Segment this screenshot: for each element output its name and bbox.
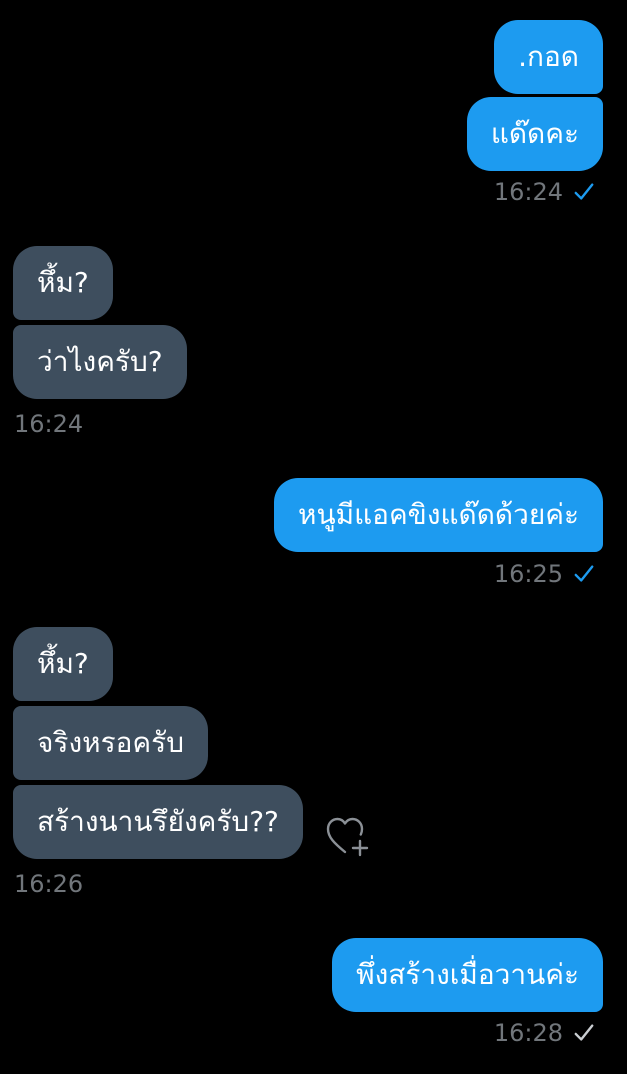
incoming-message-bubble[interactable]: ว่าไงครับ? [13, 325, 187, 399]
outgoing-message-bubble[interactable]: แด๊ดคะ [466, 97, 603, 171]
outgoing-message-bubble[interactable]: หนูมีแอคขิงแด๊ดด้วยค่ะ [274, 478, 603, 552]
message-text: แด๊ดคะ [490, 117, 579, 150]
message-text: สร้างนานรึยังครับ?? [37, 805, 279, 838]
message-meta: 16:28 [494, 1019, 595, 1047]
message-meta: 16:26 [14, 870, 83, 898]
incoming-message-bubble[interactable]: หึ้ม? [13, 246, 113, 320]
message-text: หึ้ม? [37, 266, 89, 299]
message-text: จริงหรอครับ [37, 726, 184, 759]
message-text: พึ่งสร้างเมื่อวานค่ะ [356, 958, 579, 991]
message-meta: 16:25 [494, 560, 595, 588]
message-meta: 16:24 [14, 410, 83, 438]
timestamp: 16:28 [493, 1019, 563, 1047]
timestamp: 16:26 [14, 870, 84, 898]
outgoing-message-bubble[interactable]: พึ่งสร้างเมื่อวานค่ะ [332, 938, 603, 1012]
message-text: หนูมีแอคขิงแด๊ดด้วยค่ะ [298, 498, 579, 531]
checkmark-icon [574, 183, 594, 200]
message-text: .กอด [518, 40, 579, 73]
checkmark-icon [574, 565, 594, 582]
incoming-message-bubble[interactable]: หึ้ม? [13, 627, 113, 701]
incoming-message-bubble[interactable]: สร้างนานรึยังครับ?? [13, 785, 303, 859]
incoming-message-bubble[interactable]: จริงหรอครับ [13, 706, 208, 780]
timestamp: 16:24 [493, 178, 563, 206]
timestamp: 16:24 [14, 410, 84, 438]
message-text: ว่าไงครับ? [37, 345, 163, 378]
outgoing-message-bubble[interactable]: .กอด [494, 20, 603, 94]
checkmark-icon [574, 1024, 594, 1041]
heart-plus-icon[interactable] [324, 814, 370, 860]
message-text: หึ้ม? [37, 647, 89, 680]
message-meta: 16:24 [494, 178, 595, 206]
timestamp: 16:25 [493, 560, 563, 588]
